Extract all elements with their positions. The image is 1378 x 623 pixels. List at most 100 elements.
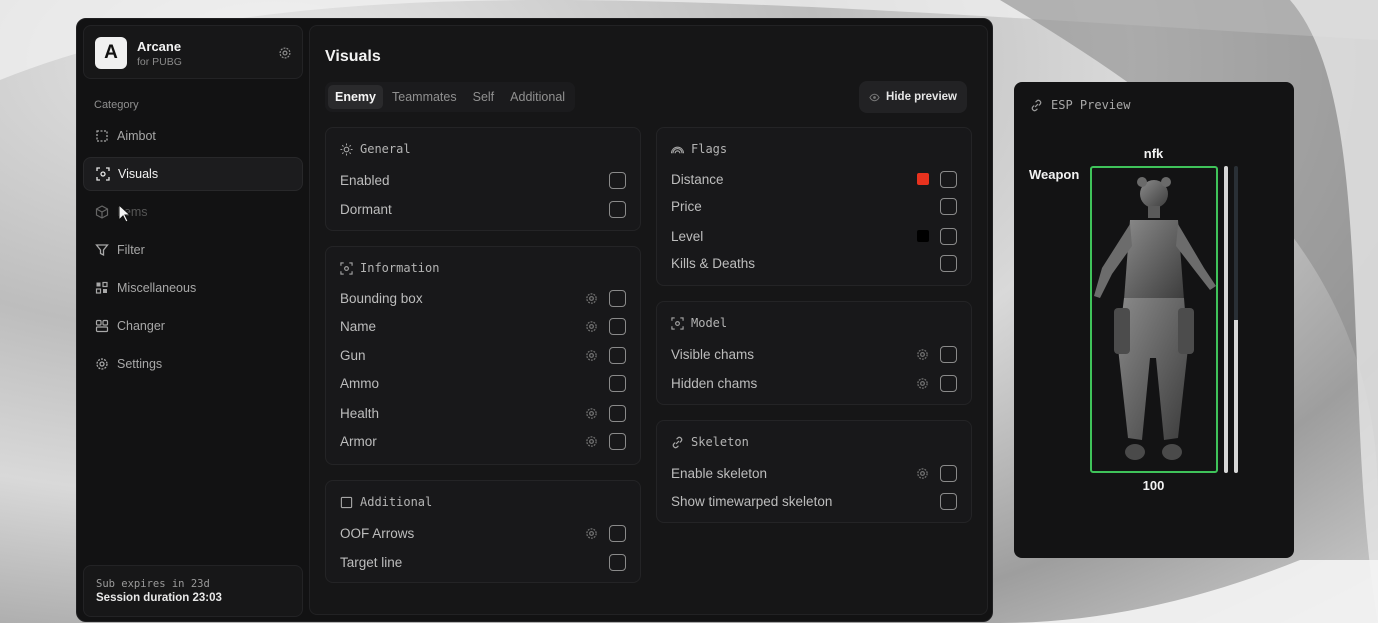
option-label: Target line [340,554,403,570]
app-name: Arcane [137,39,182,54]
gear-icon[interactable] [585,407,598,420]
card-title: Model [691,316,728,330]
square-icon [340,496,353,508]
option-row-bounding-box: Bounding box [340,288,626,308]
hidden-chams-checkbox[interactable] [940,374,957,392]
sidebar-item-settings[interactable]: Settings [83,347,303,381]
main-window: A Arcane for PUBG Category Aimbot Visual… [76,18,993,622]
sidebar-item-items[interactable]: Items [83,195,303,229]
scan-icon [96,167,110,181]
card-title: Additional [360,495,433,509]
card-header: Skeleton [671,435,749,449]
distance-checkbox[interactable] [940,170,957,188]
category-label: Category [94,99,139,111]
gear-icon[interactable] [585,435,598,448]
gear-icon [96,358,108,370]
card-title: Skeleton [691,435,749,449]
gear-icon[interactable] [585,292,598,305]
option-label: Armor [340,433,377,449]
option-row-ammo: Ammo [340,373,626,393]
preview-health-value: 100 [1142,478,1165,493]
tab-enemy[interactable]: Enemy [328,85,383,109]
dormant-checkbox[interactable] [609,200,626,218]
target-line-checkbox[interactable] [609,553,626,571]
option-row-visible-chams: Visible chams [671,344,957,364]
tab-teammates[interactable]: Teammates [385,85,464,109]
option-label: Bounding box [340,290,423,306]
gun-checkbox[interactable] [609,346,626,364]
option-label: Name [340,318,377,334]
option-label: Gun [340,347,366,363]
gear-icon[interactable] [585,320,598,333]
card-header: General [340,142,411,156]
card-title: General [360,142,411,156]
preview-bounding-box [1090,166,1218,473]
option-row-enabled: Enabled [340,170,626,190]
armor-checkbox[interactable] [609,432,626,450]
link-icon [672,436,683,448]
preview-header: ESP Preview [1030,98,1130,112]
sidebar-item-miscellaneous[interactable]: Miscellaneous [83,271,303,305]
bounding-box-checkbox[interactable] [609,289,626,307]
price-checkbox[interactable] [940,197,957,215]
option-label: Visible chams [671,346,755,362]
sidebar-item-changer[interactable]: Changer [83,309,303,343]
settings-gear-icon[interactable] [278,46,292,60]
app-subtitle: for PUBG [137,56,182,68]
sidebar-item-visuals[interactable]: Visuals [83,157,303,191]
card-header: Information [340,261,439,275]
tab-self[interactable]: Self [466,85,502,109]
option-label: Health [340,405,380,421]
option-label: Hidden chams [671,375,758,391]
link-icon [1031,99,1042,111]
hide-preview-button[interactable]: Hide preview [859,81,967,113]
name-checkbox[interactable] [609,317,626,335]
level-checkbox[interactable] [940,227,957,245]
option-label: Ammo [340,375,380,391]
oof-arrows-checkbox[interactable] [609,524,626,542]
option-label: OOF Arrows [340,525,415,541]
target-tabs: Enemy Teammates Self Additional [325,82,576,112]
sidebar-item-label: Aimbot [117,129,156,143]
preview-title: ESP Preview [1051,98,1131,112]
ammo-checkbox[interactable] [609,374,626,392]
enabled-checkbox[interactable] [609,171,626,189]
level-color-swatch[interactable] [917,230,929,242]
enable-skeleton-checkbox[interactable] [940,464,957,482]
sidebar-item-filter[interactable]: Filter [83,233,303,267]
gear-icon[interactable] [916,467,929,480]
sidebar: A Arcane for PUBG Category Aimbot Visual… [83,25,303,617]
timewarped-skeleton-checkbox[interactable] [940,492,957,510]
option-row-price: Price [671,196,957,216]
layout-icon [95,319,109,333]
kills-deaths-checkbox[interactable] [940,254,957,272]
option-row-level: Level [671,226,957,246]
card-title: Flags [691,142,728,156]
gear-icon[interactable] [585,349,598,362]
gear-icon[interactable] [916,377,929,390]
distance-color-swatch[interactable] [917,173,929,185]
card-header: Flags [671,142,727,156]
gear-icon[interactable] [585,527,598,540]
grid-icon [95,281,108,294]
sidebar-item-aimbot[interactable]: Aimbot [83,119,303,153]
general-card: General Enabled Dormant [325,127,641,231]
tab-additional[interactable]: Additional [503,85,572,109]
option-label: Price [671,198,702,214]
page-title: Visuals [325,48,381,65]
option-row-name: Name [340,316,626,336]
sidebar-item-label: Changer [117,319,165,333]
sidebar-item-label: Miscellaneous [117,281,197,295]
gear-icon[interactable] [916,348,929,361]
health-checkbox[interactable] [609,404,626,422]
health-bar [1224,166,1228,473]
option-row-oof-arrows: OOF Arrows [340,523,626,543]
skeleton-card: Skeleton Enable skeleton Show timewarped… [656,420,972,523]
option-row-enable-skeleton: Enable skeleton [671,463,957,483]
additional-card: Additional OOF Arrows Target line [325,480,641,583]
armor-bar [1234,166,1238,473]
visible-chams-checkbox[interactable] [940,345,957,363]
option-row-kills-deaths: Kills & Deaths [671,253,957,273]
option-label: Enabled [340,172,390,188]
option-row-timewarped-skeleton: Show timewarped skeleton [671,491,957,511]
